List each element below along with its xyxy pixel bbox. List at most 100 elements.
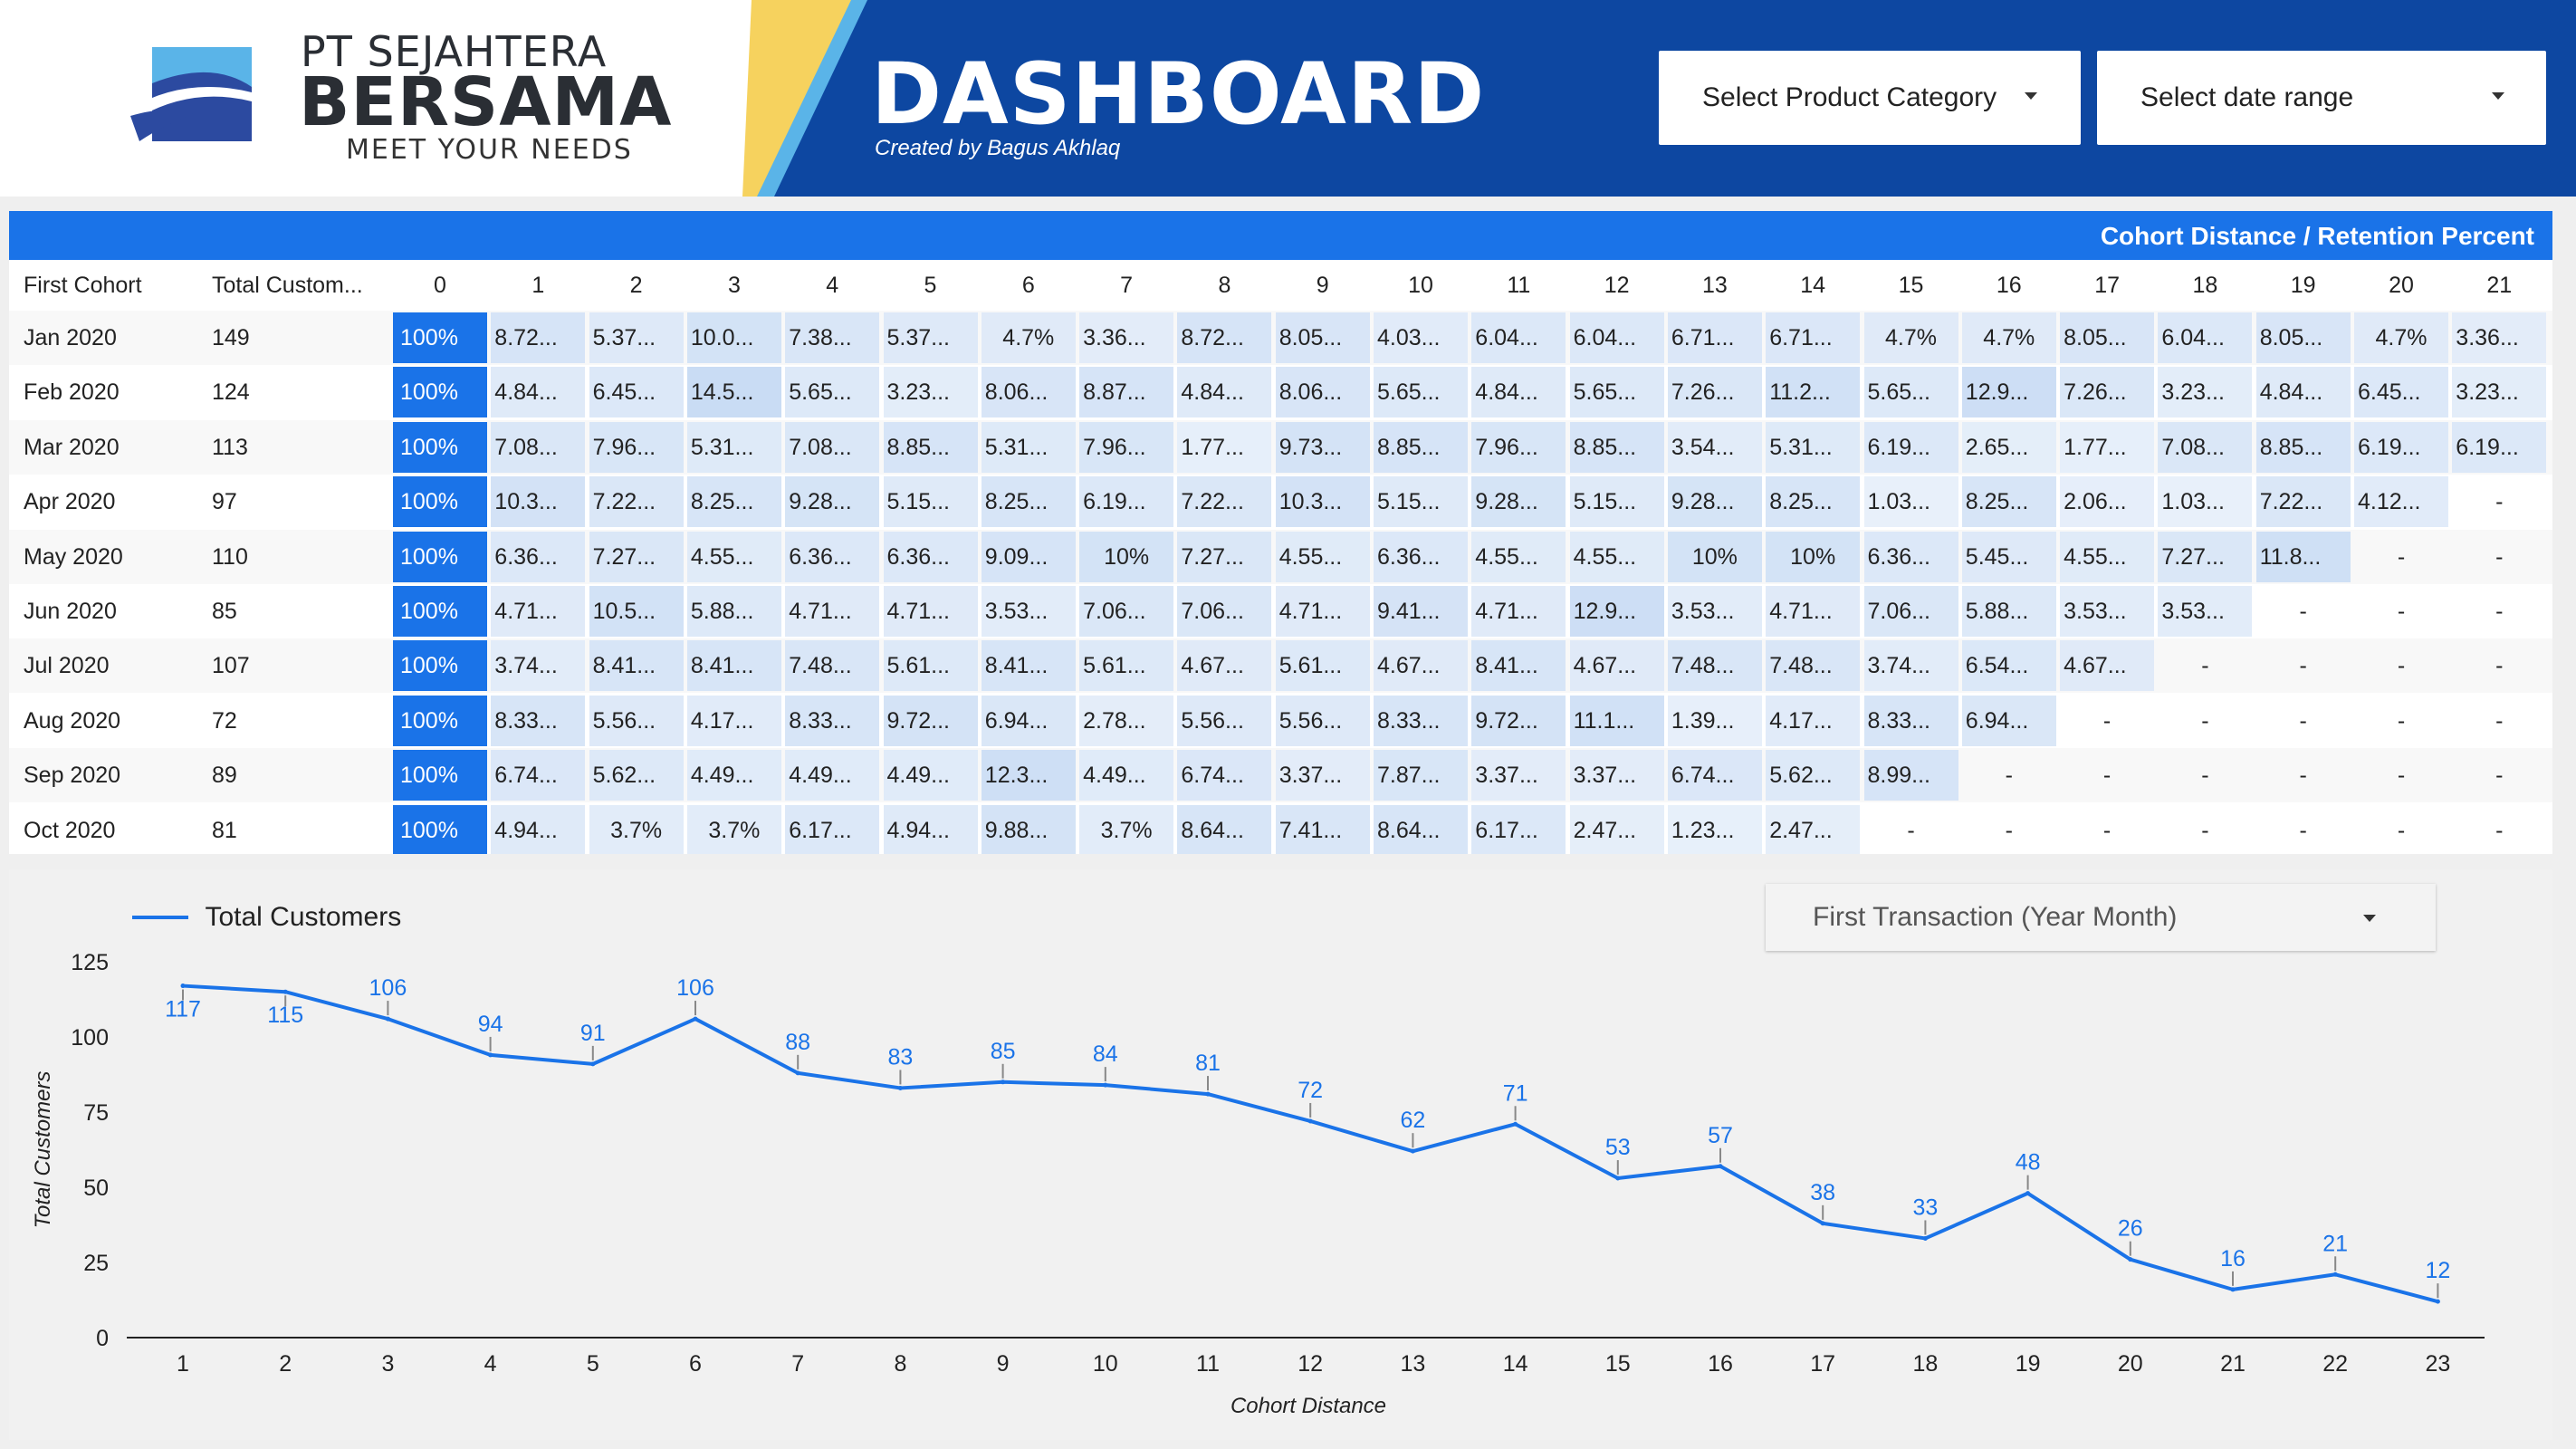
retention-cell: 100%	[393, 750, 487, 801]
column-header-distance-11[interactable]: 11	[1471, 273, 1566, 299]
retention-cell: -	[2299, 763, 2307, 789]
column-header-distance-0[interactable]: 0	[393, 273, 487, 299]
data-point	[1103, 1082, 1108, 1088]
column-header-distance-2[interactable]: 2	[589, 273, 684, 299]
data-point	[1205, 1091, 1211, 1097]
chevron-down-icon	[2363, 915, 2376, 922]
retention-cell: 4.71...	[1766, 586, 1861, 637]
total-customers-chart: 0 25 50 75 100 125 1 2 3 4 5 6 7 8 9 10 11 12 13 14 15 16 17 18…	[9, 869, 2552, 1440]
x-tick-label: 20	[2118, 1351, 2143, 1377]
column-header-distance-18[interactable]: 18	[2158, 273, 2252, 299]
column-header-distance-13[interactable]: 13	[1668, 273, 1762, 299]
column-header-distance-5[interactable]: 5	[884, 273, 978, 299]
x-tick-label: 5	[587, 1351, 599, 1377]
retention-cell: 4.55...	[1275, 531, 1370, 582]
column-header-distance-3[interactable]: 3	[687, 273, 781, 299]
cohort-label: Jan 2020	[24, 325, 117, 350]
column-header-distance-15[interactable]: 15	[1864, 273, 1958, 299]
cohort-total: 113	[212, 434, 248, 460]
data-point	[2435, 1299, 2440, 1304]
column-header-distance-7[interactable]: 7	[1079, 273, 1173, 299]
cohort-label: Feb 2020	[24, 379, 120, 406]
retention-cell: 100%	[393, 695, 487, 746]
retention-cell: 9.28...	[1471, 476, 1566, 528]
retention-cell: 1.39...	[1667, 695, 1762, 746]
chevron-down-icon	[2492, 92, 2504, 100]
retention-cell: 3.53...	[2158, 586, 2253, 637]
column-header-distance-4[interactable]: 4	[785, 273, 879, 299]
table-row: Sep 2020 89 100% 6.74... 5.62... 4.49... 4.49.…	[9, 748, 2552, 803]
product-category-dropdown[interactable]: Select Product Category	[1659, 51, 2081, 145]
retention-cell: 7.96...	[589, 421, 684, 473]
retention-cell: 8.41...	[981, 640, 1076, 692]
column-header-distance-17[interactable]: 17	[2060, 273, 2154, 299]
retention-cell: 1.77...	[1177, 421, 1272, 473]
data-point	[1820, 1221, 1825, 1226]
column-header-distance-20[interactable]: 20	[2354, 273, 2448, 299]
retention-cell: -	[2102, 707, 2112, 734]
x-tick-label: 10	[1093, 1351, 1118, 1377]
retention-cell: 2.47...	[1766, 804, 1861, 854]
retention-cell: 4.67...	[2060, 640, 2155, 692]
column-header-total-customers[interactable]: Total Custom...	[212, 273, 375, 299]
x-tick-label: 11	[1196, 1351, 1220, 1377]
retention-cell: 8.33...	[785, 695, 880, 746]
cohort-total: 89	[212, 763, 237, 789]
retention-cell: 5.65...	[1569, 367, 1664, 418]
column-header-distance-10[interactable]: 10	[1374, 273, 1468, 299]
table-row: Apr 2020 97 100% 10.3... 7.22... 8.25... 9.28.…	[9, 475, 2552, 529]
retention-cell: 4.71...	[883, 586, 978, 637]
retention-cell: 5.62...	[589, 750, 684, 801]
retention-cell: 5.31...	[981, 421, 1076, 473]
cohort-label: Oct 2020	[24, 817, 116, 843]
column-header-distance-12[interactable]: 12	[1570, 273, 1664, 299]
retention-cell: -	[2495, 817, 2504, 843]
x-tick-label: 6	[689, 1351, 702, 1377]
retention-cell: 3.37...	[1569, 750, 1664, 801]
data-point	[897, 1085, 903, 1090]
date-range-dropdown[interactable]: Select date range	[2097, 51, 2546, 145]
column-header-distance-6[interactable]: 6	[982, 273, 1076, 299]
data-point	[693, 1016, 698, 1022]
product-category-dropdown-label: Select Product Category	[1702, 82, 1997, 112]
retention-cell: -	[2397, 763, 2406, 789]
retention-cell: -	[2397, 817, 2406, 843]
column-header-distance-19[interactable]: 19	[2256, 273, 2351, 299]
retention-cell: 3.54...	[1667, 421, 1762, 473]
retention-cell: 3.53...	[2060, 586, 2155, 637]
column-header-first-cohort[interactable]: First Cohort	[24, 273, 142, 299]
retention-cell: 6.19...	[1863, 421, 1958, 473]
retention-cell: 7.06...	[1079, 586, 1174, 637]
data-label: 106	[369, 975, 407, 1001]
column-header-distance-9[interactable]: 9	[1276, 273, 1370, 299]
retention-cell: 8.06...	[981, 367, 1076, 418]
data-point	[1410, 1148, 1415, 1154]
retention-cell: 3.74...	[491, 640, 586, 692]
retention-cell: 11.1...	[1569, 695, 1664, 746]
cohort-label: Jul 2020	[24, 653, 110, 679]
retention-cell: 6.74...	[1667, 750, 1762, 801]
data-point	[1513, 1121, 1518, 1127]
column-header-distance-14[interactable]: 14	[1766, 273, 1860, 299]
retention-cell: 4.49...	[785, 750, 880, 801]
y-tick-label: 0	[96, 1326, 109, 1351]
retention-cell: 8.33...	[1374, 695, 1468, 746]
column-header-distance-16[interactable]: 16	[1962, 273, 2056, 299]
retention-cell: 3.37...	[1275, 750, 1370, 801]
retention-cell: 4.7%	[2354, 312, 2448, 363]
retention-cell: 8.05...	[2255, 312, 2351, 363]
retention-cell: 8.64...	[1374, 804, 1468, 854]
x-tick-label: 8	[894, 1351, 906, 1377]
retention-cell: 8.85...	[883, 421, 978, 473]
column-header-distance-1[interactable]: 1	[491, 273, 585, 299]
retention-cell: 9.09...	[981, 531, 1076, 582]
column-header-distance-21[interactable]: 21	[2452, 273, 2546, 299]
first-transaction-dropdown[interactable]: First Transaction (Year Month)	[1766, 884, 2436, 951]
retention-cell: 4.49...	[883, 750, 978, 801]
column-header-distance-8[interactable]: 8	[1177, 273, 1271, 299]
retention-cell: 9.72...	[883, 695, 978, 746]
page-title: DASHBOARD	[871, 45, 1486, 144]
retention-cell: -	[2299, 599, 2307, 624]
retention-cell: 14.5...	[686, 367, 781, 418]
retention-cell: 1.03...	[1863, 476, 1958, 528]
